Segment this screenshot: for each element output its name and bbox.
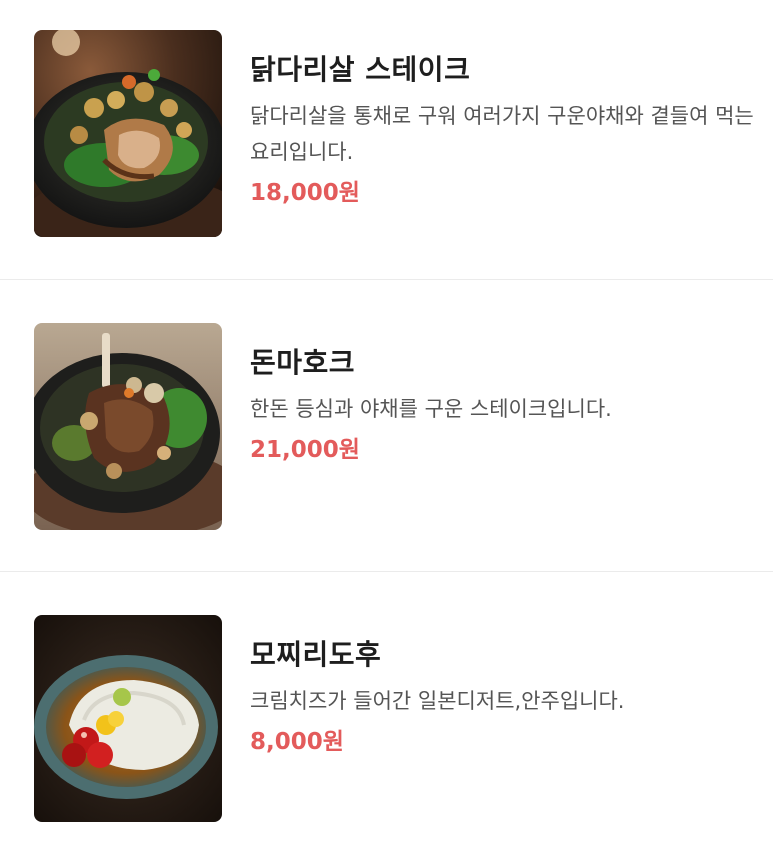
menu-item-info: 닭다리살 스테이크 닭다리살을 통채로 구워 여러가지 구운야채와 곁들여 먹는…: [250, 50, 755, 210]
menu-list: 닭다리살 스테이크 닭다리살을 통채로 구워 여러가지 구운야채와 곁들여 먹는…: [0, 0, 773, 849]
chicken-steak-photo: [34, 30, 222, 237]
menu-item-price: 8,000원: [250, 729, 344, 755]
menu-item[interactable]: 돈마호크 한돈 등심과 야채를 구운 스테이크입니다. 21,000원: [0, 280, 773, 572]
menu-item-name: 닭다리살 스테이크: [250, 53, 471, 86]
menu-item-name: 모찌리도후: [250, 638, 382, 671]
menu-item-info: 모찌리도후 크림치즈가 들어간 일본디저트,안주입니다. 8,000원: [250, 635, 755, 759]
menu-item-description: 닭다리살을 통채로 구워 여러가지 구운야채와 곁들여 먹는 요리입니다.: [250, 104, 754, 164]
menu-item[interactable]: 모찌리도후 크림치즈가 들어간 일본디저트,안주입니다. 8,000원: [0, 572, 773, 849]
menu-item-description: 한돈 등심과 야채를 구운 스테이크입니다.: [250, 397, 612, 421]
pork-tomahawk-photo: [34, 323, 222, 530]
menu-item[interactable]: 닭다리살 스테이크 닭다리살을 통채로 구워 여러가지 구운야채와 곁들여 먹는…: [0, 0, 773, 280]
mochi-tofu-photo: [34, 615, 222, 822]
menu-item-price: 18,000원: [250, 180, 360, 206]
menu-item-description: 크림치즈가 들어간 일본디저트,안주입니다.: [250, 689, 625, 713]
menu-item-info: 돈마호크 한돈 등심과 야채를 구운 스테이크입니다. 21,000원: [250, 343, 755, 467]
menu-item-price: 21,000원: [250, 437, 360, 463]
menu-item-name: 돈마호크: [250, 346, 356, 379]
